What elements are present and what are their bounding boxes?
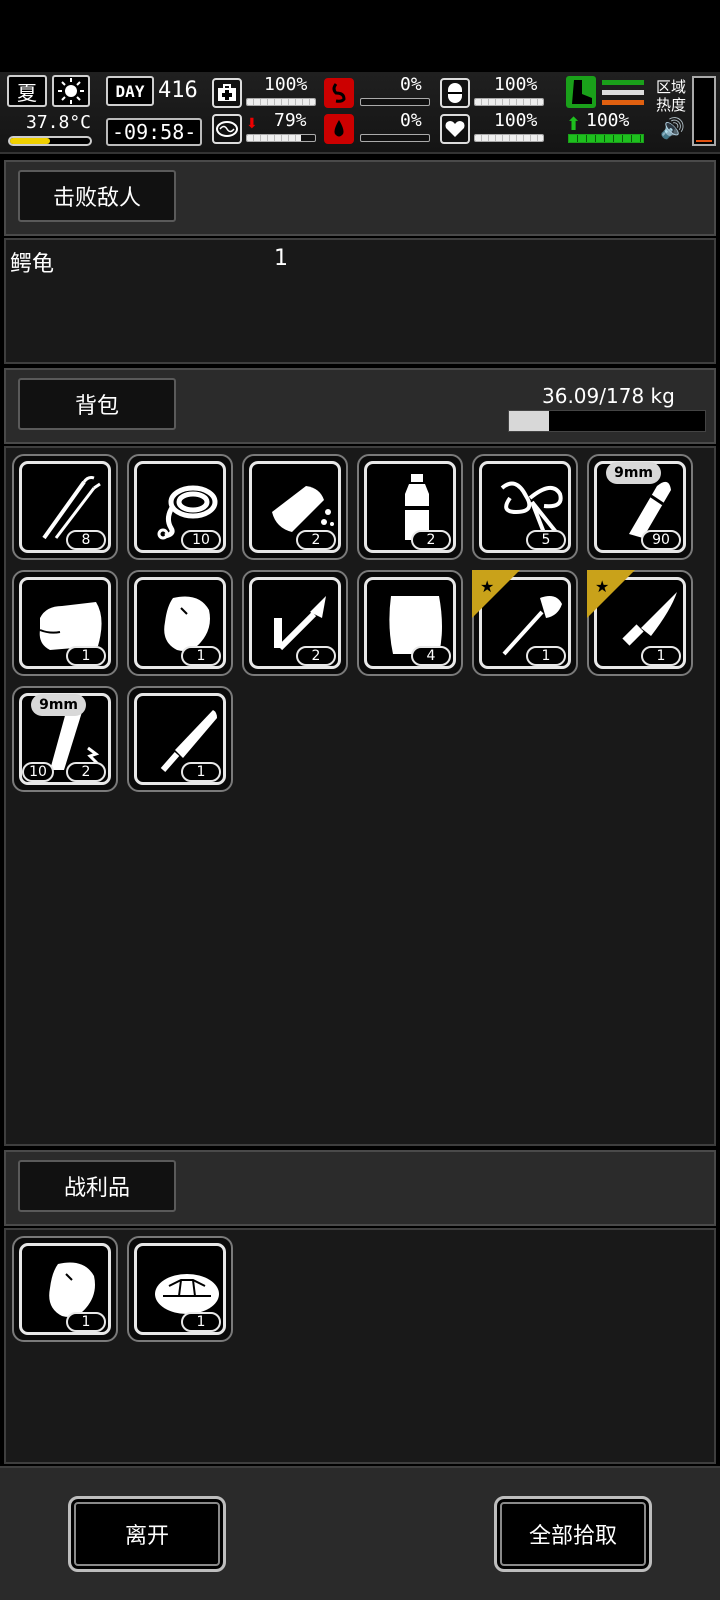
bleeding-value: 0%: [400, 110, 422, 131]
season-badge: 夏: [7, 75, 47, 107]
stomach-icon: [324, 78, 354, 108]
speaker-icon[interactable]: 🔊: [660, 116, 685, 140]
stamina-stripe-orange: [602, 100, 644, 105]
loot-header: 战利品: [4, 1150, 716, 1226]
medicine-value: 100%: [494, 74, 538, 95]
stamina-bar: [568, 134, 644, 143]
caliber-tag: 9mm: [31, 694, 86, 716]
blood-drop-icon: [324, 114, 354, 144]
enemies-title: 击败敌人: [18, 170, 176, 222]
brain-icon: [212, 114, 242, 144]
enemy-name: 鳄龟: [10, 252, 55, 277]
item-slot[interactable]: ★ 1: [587, 570, 693, 676]
backpack-title: 背包: [18, 378, 176, 430]
health-value: 100%: [264, 74, 308, 95]
svg-text:★: ★: [480, 577, 494, 596]
day-number: 416: [158, 78, 198, 103]
boot-icon: [566, 76, 596, 108]
item-slot[interactable]: 1: [127, 686, 233, 792]
enemies-list: 鳄龟 1: [4, 238, 716, 364]
mood-value: 100%: [494, 110, 538, 131]
item-count: 1: [181, 646, 221, 666]
item-count: 8: [66, 530, 106, 550]
medkit-icon: [212, 78, 242, 108]
stamina-value: 100%: [586, 110, 630, 131]
sanity-value: 79%: [274, 110, 307, 131]
hunger-value: 0%: [400, 74, 422, 95]
leave-button[interactable]: 离开: [68, 1496, 226, 1572]
item-count: 2: [296, 646, 336, 666]
item-count: 10: [181, 530, 221, 550]
item-count: 1: [66, 1312, 106, 1332]
backpack-header: 背包 36.09/178 kg: [4, 368, 716, 444]
svg-text:★: ★: [595, 577, 609, 596]
temperature-readout: 37.8°C: [26, 112, 92, 133]
backpack-grid: 8 10 2 2 5 9mm 90 1 1 2 4 ★ 1 ★ 1 9mm 10 2 1: [4, 446, 716, 1146]
enemy-count: 1: [274, 246, 288, 271]
medicine-bar: [474, 98, 544, 106]
game-clock: -09:58-: [106, 118, 203, 146]
item-count: 1: [526, 646, 566, 666]
survival-hud: 夏 37.8°C DAY 416 -09:58- 100% 0% 100% ⬇ …: [0, 72, 720, 154]
item-count: 4: [411, 646, 451, 666]
item-count: 5: [526, 530, 566, 550]
sun-icon: [52, 75, 90, 107]
bottom-action-bar: 离开 全部拾取: [0, 1466, 720, 1600]
item-count: 2: [411, 530, 451, 550]
item-slot[interactable]: 2: [357, 454, 463, 560]
item-count: 2: [66, 762, 106, 782]
pick-all-button[interactable]: 全部拾取: [494, 1496, 652, 1572]
item-slot[interactable]: 10: [127, 454, 233, 560]
heart-icon: [440, 114, 470, 144]
item-slot[interactable]: 1: [12, 1236, 118, 1342]
item-count: 1: [181, 1312, 221, 1332]
favorite-star-icon: ★: [587, 570, 635, 618]
item-slot[interactable]: 1: [12, 570, 118, 676]
health-bar: [246, 98, 316, 106]
zone-heat-meter: [692, 76, 716, 146]
day-label: DAY: [106, 76, 154, 106]
loot-grid: 11: [4, 1228, 716, 1464]
pill-icon: [440, 78, 470, 108]
item-slot[interactable]: 9mm 10 2: [12, 686, 118, 792]
item-slot[interactable]: 4: [357, 570, 463, 676]
enemies-header: 击败敌人: [4, 160, 716, 236]
item-slot[interactable]: 2: [242, 454, 348, 560]
item-count: 1: [641, 646, 681, 666]
season-label: 夏: [17, 80, 37, 105]
mood-bar: [474, 134, 544, 142]
sanity-bar: [246, 134, 316, 142]
item-count: 90: [641, 530, 681, 550]
item-slot[interactable]: 5: [472, 454, 578, 560]
item-slot[interactable]: 2: [242, 570, 348, 676]
ammo-count: 10: [22, 762, 54, 782]
temperature-bar: [8, 136, 92, 146]
item-slot[interactable]: 9mm 90: [587, 454, 693, 560]
zone-heat-label: 区域 热度: [656, 78, 687, 114]
stamina-stripe-white: [602, 90, 644, 95]
caliber-tag: 9mm: [606, 462, 661, 484]
up-arrow-icon: ⬆: [566, 114, 582, 135]
item-count: 1: [181, 762, 221, 782]
system-status-bar: [0, 0, 720, 72]
backpack-weight: 36.09/178 kg: [542, 384, 675, 408]
stamina-stripe-green: [602, 80, 644, 85]
item-count: 2: [296, 530, 336, 550]
item-slot[interactable]: 1: [127, 570, 233, 676]
favorite-star-icon: ★: [472, 570, 520, 618]
item-slot[interactable]: 8: [12, 454, 118, 560]
item-slot[interactable]: ★ 1: [472, 570, 578, 676]
hunger-bar: [360, 98, 430, 106]
weight-bar: [508, 410, 706, 432]
bleeding-bar: [360, 134, 430, 142]
loot-title: 战利品: [18, 1160, 176, 1212]
down-arrow-icon: ⬇: [246, 116, 258, 132]
item-count: 1: [66, 646, 106, 666]
item-slot[interactable]: 1: [127, 1236, 233, 1342]
